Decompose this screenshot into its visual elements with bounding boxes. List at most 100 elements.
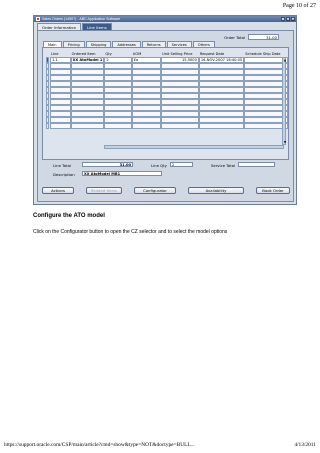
request-date-cell[interactable] — [198, 87, 245, 93]
request-date-cell[interactable] — [198, 93, 245, 99]
unit-price-cell[interactable] — [161, 81, 199, 87]
configurator-button[interactable]: Configurator — [134, 187, 176, 194]
ordered-item-cell[interactable] — [70, 81, 105, 87]
row-selector[interactable] — [46, 99, 49, 105]
uom-cell[interactable] — [131, 69, 162, 75]
row-selector[interactable] — [46, 105, 49, 111]
line-number-cell[interactable] — [49, 93, 71, 99]
qty-cell[interactable] — [104, 105, 132, 111]
qty-cell[interactable] — [104, 99, 132, 105]
request-date-cell[interactable] — [198, 111, 245, 117]
availability-button[interactable]: Availability — [188, 187, 244, 194]
qty-cell[interactable]: 2 — [104, 57, 132, 63]
description-field[interactable]: XX AtoModel MB1 — [82, 171, 162, 177]
request-date-cell[interactable] — [198, 81, 245, 87]
ordered-item-cell[interactable] — [70, 99, 105, 105]
request-date-cell[interactable] — [198, 75, 245, 81]
tab-order-information[interactable]: Order Information — [37, 23, 81, 30]
actions-button[interactable]: Actions — [42, 187, 74, 194]
uom-cell[interactable] — [131, 99, 162, 105]
uom-cell[interactable] — [131, 105, 162, 111]
ordered-item-cell[interactable] — [70, 75, 105, 81]
row-selector[interactable] — [46, 81, 49, 87]
row-selector[interactable] — [46, 75, 49, 81]
table-row[interactable] — [46, 123, 288, 129]
uom-cell[interactable] — [131, 93, 162, 99]
ordered-item-cell[interactable] — [70, 117, 105, 123]
uom-cell[interactable] — [131, 117, 162, 123]
uom-cell[interactable] — [131, 81, 162, 87]
unit-price-cell[interactable] — [161, 69, 199, 75]
line-number-cell[interactable] — [49, 111, 71, 117]
unit-price-cell[interactable] — [161, 63, 199, 69]
row-selector[interactable] — [46, 117, 49, 123]
line-number-cell[interactable] — [49, 105, 71, 111]
qty-cell[interactable] — [104, 87, 132, 93]
book-order-button[interactable]: Book Order — [256, 187, 290, 194]
unit-price-cell[interactable] — [161, 123, 199, 129]
line-number-cell[interactable] — [49, 69, 71, 75]
ordered-item-cell[interactable] — [70, 111, 105, 117]
line-number-cell[interactable] — [49, 117, 71, 123]
qty-cell[interactable] — [104, 81, 132, 87]
close-button[interactable]: × — [291, 17, 295, 22]
line-number-cell[interactable]: 1.1 — [49, 57, 71, 63]
qty-cell[interactable] — [104, 123, 132, 129]
unit-price-cell[interactable] — [161, 105, 199, 111]
scroll-down-icon[interactable]: ▼ — [283, 140, 287, 144]
request-date-cell[interactable] — [198, 105, 245, 111]
request-date-cell[interactable] — [198, 117, 245, 123]
row-selector[interactable] — [46, 87, 49, 93]
unit-price-cell[interactable] — [161, 87, 199, 93]
minimize-button[interactable]: _ — [281, 17, 285, 22]
ordered-item-cell[interactable] — [70, 93, 105, 99]
line-number-cell[interactable] — [49, 87, 71, 93]
tab-line-items[interactable]: Line Items — [81, 23, 112, 30]
uom-cell[interactable] — [131, 63, 162, 69]
ordered-item-cell[interactable] — [70, 123, 105, 129]
ordered-item-cell[interactable] — [70, 105, 105, 111]
row-selector[interactable] — [46, 57, 49, 63]
action-button-bar: Actions Related Items Configurator Avail… — [42, 187, 290, 194]
uom-cell[interactable] — [131, 111, 162, 117]
row-selector[interactable] — [46, 69, 49, 75]
line-number-cell[interactable] — [49, 99, 71, 105]
unit-price-cell[interactable] — [161, 117, 199, 123]
unit-price-cell[interactable] — [161, 111, 199, 117]
request-date-cell[interactable]: 16-NOV-2007 16:40:05 — [198, 57, 245, 63]
uom-cell[interactable] — [131, 75, 162, 81]
vertical-scrollbar[interactable]: ▲ ▼ — [282, 57, 286, 145]
unit-price-cell[interactable] — [161, 75, 199, 81]
qty-cell[interactable] — [104, 63, 132, 69]
ordered-item-cell[interactable] — [70, 69, 105, 75]
maximize-button[interactable]: □ — [286, 17, 290, 22]
ordered-item-cell[interactable] — [70, 87, 105, 93]
uom-cell[interactable] — [131, 123, 162, 129]
uom-cell[interactable]: Ea — [131, 57, 162, 63]
qty-cell[interactable] — [104, 111, 132, 117]
qty-cell[interactable] — [104, 69, 132, 75]
request-date-cell[interactable] — [198, 69, 245, 75]
scroll-up-icon[interactable]: ▲ — [283, 58, 287, 62]
line-number-cell[interactable] — [49, 75, 71, 81]
uom-cell[interactable] — [131, 87, 162, 93]
unit-price-cell[interactable] — [161, 93, 199, 99]
row-selector[interactable] — [46, 123, 49, 129]
unit-price-cell[interactable]: 15.5000 — [161, 57, 199, 63]
qty-cell[interactable] — [104, 93, 132, 99]
request-date-cell[interactable] — [198, 99, 245, 105]
row-selector[interactable] — [46, 93, 49, 99]
unit-price-cell[interactable] — [161, 99, 199, 105]
row-selector[interactable] — [46, 63, 49, 69]
ordered-item-cell[interactable] — [70, 63, 105, 69]
horizontal-scrollbar[interactable] — [104, 145, 284, 149]
request-date-cell[interactable] — [198, 63, 245, 69]
line-number-cell[interactable] — [49, 123, 71, 129]
qty-cell[interactable] — [104, 75, 132, 81]
ordered-item-cell[interactable]: XX AtoModel 1 — [70, 57, 105, 63]
row-selector[interactable] — [46, 111, 49, 117]
qty-cell[interactable] — [104, 117, 132, 123]
request-date-cell[interactable] — [198, 123, 245, 129]
line-number-cell[interactable] — [49, 63, 71, 69]
line-number-cell[interactable] — [49, 81, 71, 87]
